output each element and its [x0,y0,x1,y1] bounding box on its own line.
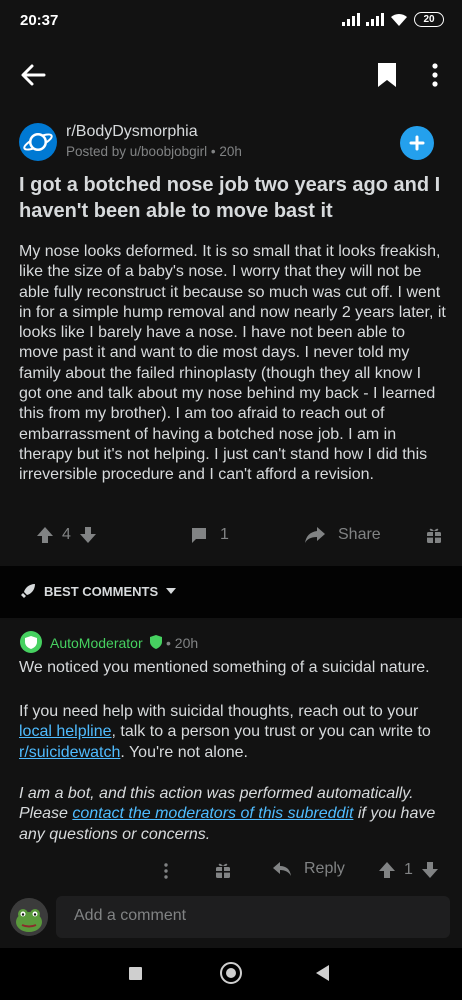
vote-group: 4 [36,526,97,544]
home-button[interactable] [220,962,242,984]
join-button[interactable] [400,126,434,160]
post-meta: Posted by u/boobjobgirl • 20h [66,144,242,159]
post-header: r/BodyDysmorphia Posted by u/boobjobgirl… [0,118,462,168]
plus-icon [409,135,425,151]
post-author[interactable]: Posted by u/boobjobgirl [66,144,207,159]
comment-text: , talk to a person you trust or you can … [111,723,431,741]
share-arrow-icon [305,527,325,543]
comment-paragraph-1: We noticed you mentioned something of a … [19,659,430,676]
top-app-bar [0,48,462,102]
moderator-avatar[interactable] [20,631,42,653]
comments-button[interactable]: 1 [190,526,229,544]
comment-age: • 20h [166,635,199,651]
comment-sort-dropdown[interactable]: BEST COMMENTS [20,583,177,599]
share-button[interactable]: Share [304,526,381,544]
caret-down-icon [166,588,177,594]
comment-text: If you need help with suicidal thoughts,… [19,703,419,720]
status-bar: 20:37 20 [0,0,462,44]
suicidewatch-link[interactable]: r/suicidewatch [19,744,120,761]
system-back-button[interactable] [316,965,329,981]
planet-icon [23,133,53,151]
moderator-shield-icon [150,635,162,649]
system-navigation-bar [0,948,462,1000]
comment-award-button[interactable] [215,861,231,879]
shield-icon [25,635,37,649]
rocket-icon [21,584,35,598]
reply-label: Reply [304,860,345,877]
frog-avatar-icon [10,898,48,936]
comment-author[interactable]: AutoModerator [50,635,143,651]
comment-vote-count: 1 [404,861,413,878]
local-helpline-link[interactable]: local helpline [19,723,112,740]
contact-moderators-link[interactable]: contact the moderators of this subreddit [72,805,353,822]
post-body: My nose looks deformed. It is so small t… [19,243,446,484]
award-button[interactable] [426,526,442,544]
post-actions: 4 1 Share [0,518,462,556]
comment-text: . You're not alone. [120,743,248,761]
comment-sort-label: BEST COMMENTS [44,583,159,599]
signal-icon-2 [366,13,384,26]
back-arrow-icon[interactable] [18,60,48,90]
comment-bubble-icon [192,528,206,543]
comment-paragraph-2: If you need help with suicidal thoughts,… [19,702,451,763]
home-icon [226,968,236,978]
downvote-arrow-icon[interactable] [79,526,97,544]
add-comment-bar: Add a comment [0,890,462,946]
status-icons: 20 [342,12,444,27]
reply-button[interactable]: Reply [272,860,345,878]
subreddit-avatar[interactable] [19,123,57,161]
comment-more-button[interactable] [162,862,170,880]
comment-actions: Reply 1 [0,854,462,888]
post-title: I got a botched nose job two years ago a… [19,174,441,222]
wifi-icon [391,13,407,26]
reply-arrow-icon [273,862,291,876]
gift-icon [427,528,441,543]
comment-age-value: 20h [174,635,199,651]
more-options-icon[interactable] [422,60,448,90]
status-time: 20:37 [20,12,59,29]
subreddit-name[interactable]: r/BodyDysmorphia [66,123,198,141]
post-comment-count: 1 [220,526,229,543]
post-age: 20h [219,144,242,159]
user-avatar[interactable] [10,898,48,936]
downvote-arrow-icon[interactable] [421,861,439,879]
gift-icon [216,863,230,878]
comment-paragraph-3: I am a bot, and this action was performe… [19,784,451,845]
post-vote-count: 4 [62,526,71,543]
more-vertical-icon [164,863,168,879]
share-label: Share [338,526,381,543]
recents-button[interactable] [129,967,142,980]
upvote-arrow-icon[interactable] [378,861,396,879]
comment-vote-group: 1 [378,861,439,879]
bookmark-icon[interactable] [374,60,400,90]
battery-icon: 20 [414,12,444,27]
add-comment-input[interactable]: Add a comment [56,896,450,938]
upvote-arrow-icon[interactable] [36,526,54,544]
signal-icon [342,13,360,26]
